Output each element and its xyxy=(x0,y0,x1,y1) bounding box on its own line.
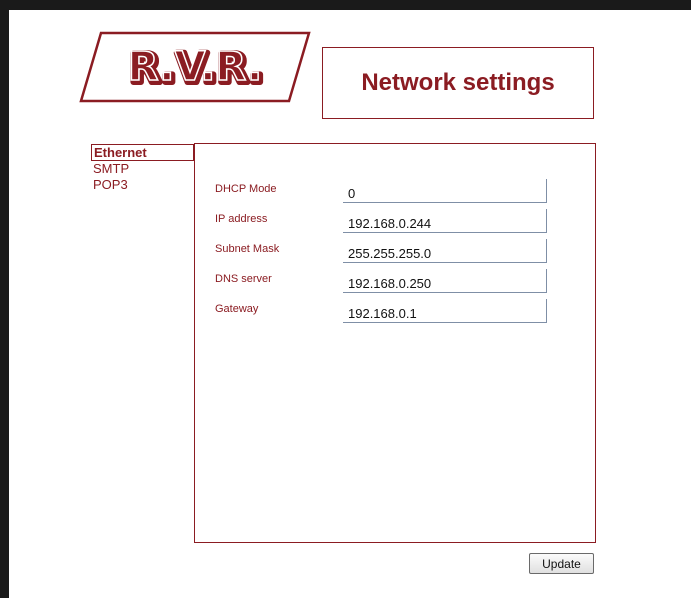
subnet-mask-input[interactable] xyxy=(343,239,547,263)
ethernet-settings-panel xyxy=(194,143,596,543)
page-title: Network settings xyxy=(361,69,555,96)
dhcp-mode-label: DHCP Mode xyxy=(215,183,277,195)
dns-server-input[interactable] xyxy=(343,269,547,293)
dhcp-mode-input[interactable] xyxy=(343,179,547,203)
gateway-input[interactable] xyxy=(343,299,547,323)
ip-address-input[interactable] xyxy=(343,209,547,233)
side-nav: Ethernet SMTP POP3 xyxy=(91,144,194,193)
logo-text: R.V.R. xyxy=(128,44,262,90)
nav-item-ethernet[interactable]: Ethernet xyxy=(91,144,194,161)
window-frame-left xyxy=(0,0,9,598)
title-box: Network settings xyxy=(322,47,594,119)
rvr-logo: R.V.R. R.V.R. xyxy=(79,31,311,103)
nav-item-smtp[interactable]: SMTP xyxy=(91,161,194,177)
nav-item-pop3[interactable]: POP3 xyxy=(91,177,194,193)
gateway-label: Gateway xyxy=(215,303,259,315)
update-button[interactable]: Update xyxy=(529,553,594,574)
subnet-mask-label: Subnet Mask xyxy=(215,243,280,255)
ip-address-label: IP address xyxy=(215,213,268,225)
dns-server-label: DNS server xyxy=(215,273,272,285)
window-frame-top xyxy=(0,0,691,10)
